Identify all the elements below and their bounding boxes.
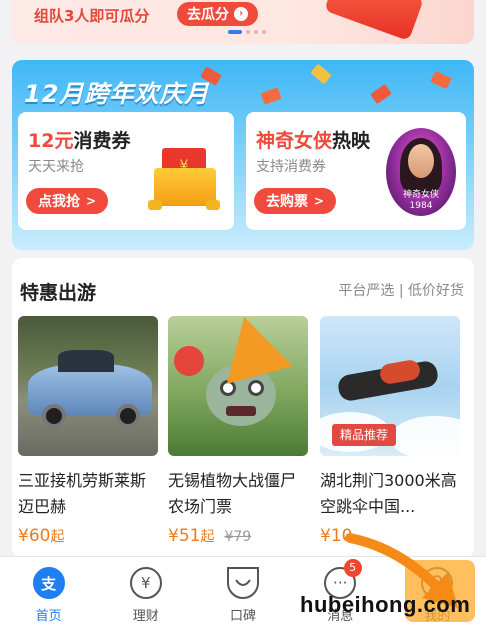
deal-price: ¥51起 bbox=[168, 526, 215, 546]
watermark-text: hubeihong.com bbox=[300, 592, 471, 617]
buy-ticket-label: 去购票 bbox=[266, 194, 308, 210]
top-promo-text: 组队3人即可瓜分 bbox=[34, 7, 150, 25]
confetti-decoration bbox=[310, 63, 332, 85]
deal-image bbox=[168, 316, 308, 456]
deal-card[interactable]: 精品推荐 湖北荆门3000米高空跳伞中国... ¥10 bbox=[320, 316, 460, 546]
movie-poster: 神奇女侠 1984 bbox=[386, 128, 456, 216]
deal-title: 三亚接机劳斯莱斯迈巴赫 bbox=[18, 471, 147, 516]
poster-caption: 神奇女侠 1984 bbox=[386, 190, 456, 212]
voucher-desc: 天天来抢 bbox=[28, 159, 84, 175]
flower-illustration bbox=[174, 346, 204, 376]
tab-finance[interactable]: ¥ 理财 bbox=[97, 557, 194, 626]
go-share-button-label: 去瓜分 bbox=[187, 7, 229, 23]
tab-home[interactable]: 支 首页 bbox=[0, 557, 97, 626]
december-campaign-card[interactable]: 12月跨年欢庆月 12元消费券 天天来抢 点我抢 > ¥ 神奇女侠热映 支持消费… bbox=[12, 60, 474, 250]
carousel-indicator bbox=[228, 30, 266, 34]
coin-stack-icon bbox=[148, 200, 162, 210]
zombie-eye bbox=[248, 380, 264, 396]
yuan-icon: ¥ bbox=[129, 567, 162, 599]
zombie-mouth bbox=[226, 406, 256, 416]
tab-koubei[interactable]: 口碑 bbox=[194, 557, 291, 626]
deal-card[interactable]: 无锡植物大战僵尸农场门票 ¥51起 ¥79 bbox=[168, 316, 308, 546]
voucher-label: 消费券 bbox=[73, 130, 131, 152]
go-share-button[interactable]: 去瓜分 › bbox=[177, 2, 258, 26]
deal-card[interactable]: 三亚接机劳斯莱斯迈巴赫 ¥60起 bbox=[18, 316, 158, 546]
cone-illustration bbox=[211, 316, 293, 384]
chevron-right-icon: > bbox=[314, 194, 325, 208]
carousel-dot-active bbox=[228, 30, 242, 34]
travel-deals-section: 特惠出游 平台严选 | 低价好货 三亚接机劳斯莱斯迈巴赫 ¥60起 无锡植物大战… bbox=[12, 258, 474, 558]
deal-old-price: ¥79 bbox=[224, 529, 252, 545]
movie-title: 神奇女侠热映 bbox=[256, 126, 370, 153]
top-promo-banner[interactable]: 组队3人即可瓜分 去瓜分 › bbox=[12, 0, 474, 44]
confetti-decoration bbox=[260, 87, 282, 105]
tab-label: 口碑 bbox=[230, 609, 257, 624]
gift-box-illustration: ¥ bbox=[148, 142, 220, 212]
deal-price: ¥60起 bbox=[18, 526, 65, 546]
car-wheel bbox=[116, 404, 140, 428]
voucher-amount: 12元 bbox=[28, 130, 74, 152]
buy-ticket-button[interactable]: 去购票 > bbox=[254, 188, 337, 214]
campaign-title: 12月跨年欢庆月 bbox=[24, 80, 210, 108]
featured-badge: 精品推荐 bbox=[332, 424, 397, 446]
confetti-decoration bbox=[430, 70, 452, 90]
movie-card[interactable]: 神奇女侠热映 支持消费券 去购票 > 神奇女侠 1984 bbox=[246, 112, 466, 230]
deal-price-row: ¥60起 bbox=[18, 526, 158, 546]
deal-title: 无锡植物大战僵尸农场门票 bbox=[168, 471, 297, 516]
alipay-icon: 支 bbox=[32, 567, 65, 599]
coin-stack-icon bbox=[206, 200, 220, 210]
section-title: 特惠出游 bbox=[20, 282, 97, 304]
section-subtitle[interactable]: 平台严选 | 低价好货 bbox=[338, 280, 464, 300]
movie-status: 热映 bbox=[332, 130, 371, 152]
grab-voucher-label: 点我抢 bbox=[38, 194, 80, 210]
grab-voucher-button[interactable]: 点我抢 > bbox=[26, 188, 109, 214]
deal-image bbox=[18, 316, 158, 456]
voucher-card[interactable]: 12元消费券 天天来抢 点我抢 > ¥ bbox=[18, 112, 234, 230]
poster-caption-title: 神奇女侠 bbox=[402, 190, 439, 200]
tab-label: 理财 bbox=[132, 609, 159, 624]
deal-title: 湖北荆门3000米高空跳伞中国... bbox=[320, 471, 457, 516]
tab-label: 首页 bbox=[35, 609, 62, 624]
poster-caption-year: 1984 bbox=[409, 201, 433, 211]
cloud-illustration bbox=[390, 416, 460, 456]
bag-icon bbox=[227, 567, 259, 599]
car-window bbox=[58, 350, 114, 372]
carousel-dot bbox=[246, 30, 250, 34]
movie-desc: 支持消费券 bbox=[256, 159, 326, 175]
deal-price-row: ¥51起 ¥79 bbox=[168, 526, 308, 546]
chevron-right-icon: > bbox=[86, 194, 97, 208]
voucher-title: 12元消费券 bbox=[28, 126, 130, 153]
movie-name: 神奇女侠 bbox=[256, 130, 333, 152]
deal-price: ¥10 bbox=[320, 526, 353, 546]
deal-image: 精品推荐 bbox=[320, 316, 460, 456]
poster-face bbox=[408, 144, 434, 178]
chevron-right-icon: › bbox=[234, 7, 248, 21]
deal-price-row: ¥10 bbox=[320, 526, 460, 546]
carousel-dot bbox=[254, 30, 258, 34]
car-wheel bbox=[42, 404, 66, 428]
confetti-decoration bbox=[370, 83, 392, 105]
carousel-dot bbox=[262, 30, 266, 34]
promo-decoration bbox=[324, 0, 424, 42]
unread-count-badge: 5 bbox=[343, 559, 362, 577]
